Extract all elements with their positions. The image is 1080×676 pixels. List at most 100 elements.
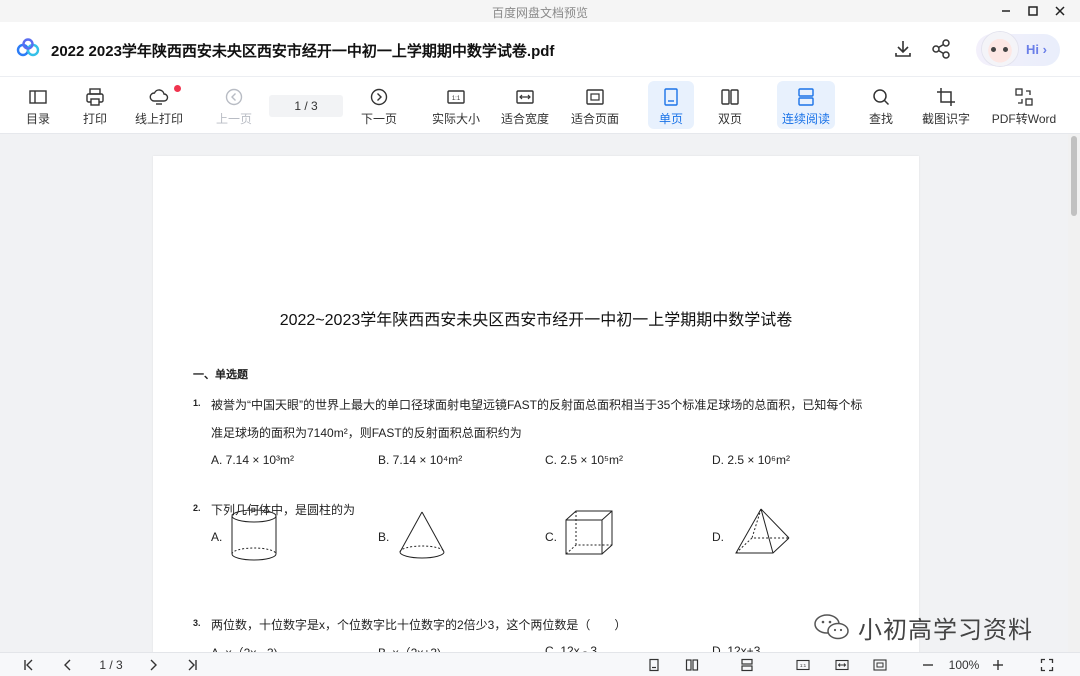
minimize-icon[interactable] [992, 0, 1020, 22]
cloud-print-icon [149, 89, 169, 105]
actual-size-icon: 1:1 [447, 90, 465, 104]
hi-label: Hi › [1026, 42, 1047, 57]
maximize-icon[interactable] [1019, 0, 1047, 22]
question-number: 1. [193, 398, 201, 408]
fit-page-icon [586, 89, 604, 105]
fit-page-button[interactable]: 适合页面 [567, 81, 623, 129]
page-number-input[interactable]: 1 / 3 [269, 95, 343, 117]
download-icon[interactable] [892, 38, 914, 60]
continuous-small-icon[interactable] [738, 656, 756, 673]
option-d: D. [712, 530, 724, 544]
prev-page-label: 上一页 [215, 112, 252, 126]
cylinder-figure [231, 509, 277, 561]
pyramid-figure [735, 508, 790, 554]
continuous-label: 连续阅读 [781, 112, 830, 126]
ai-assistant-button[interactable]: Hi › [976, 32, 1060, 66]
option-a: A. [211, 530, 223, 544]
notification-dot [174, 85, 181, 92]
single-page-small-icon[interactable] [645, 656, 663, 673]
search-button[interactable]: 查找 [858, 81, 904, 129]
cloud-print-label: 线上打印 [134, 112, 183, 126]
file-name: 2022 2023学年陕西西安未央区西安市经开一中初一上学期期中数学试卷.pdf [51, 43, 555, 60]
fit-page-label: 适合页面 [570, 112, 619, 126]
zoom-level: 100% [948, 657, 980, 672]
next-page-icon [370, 88, 388, 106]
window-title: 百度网盘文档预览 [491, 6, 588, 20]
question-text-line: 两位数，十位数字是x，个位数字比十位数字的2倍少3，这个两位数是（ ） [211, 618, 627, 632]
wechat-icon [814, 614, 849, 640]
next-page-label: 下一页 [360, 112, 397, 126]
option-d: D. 2.5 × 10⁶m² [712, 453, 790, 467]
search-icon [873, 89, 890, 106]
print-icon [86, 88, 104, 106]
toc-button[interactable]: 目录 [16, 81, 60, 129]
single-page-icon [664, 88, 678, 106]
pdf-to-word-button[interactable]: PDF转Word [988, 81, 1060, 129]
next-page-small-icon[interactable] [144, 656, 162, 673]
watermark-text: 小初高学习资料 [858, 616, 1033, 644]
zoom-out-icon[interactable] [920, 656, 936, 673]
pdf-page: 2022~2023学年陕西西安未央区西安市经开一中初一上学期期中数学试卷 一、单… [153, 156, 919, 652]
file-header: 2022 2023学年陕西西安未央区西安市经开一中初一上学期期中数学试卷.pdf… [0, 22, 1080, 77]
double-page-button[interactable]: 双页 [707, 81, 753, 129]
question-number: 2. [193, 503, 201, 513]
fit-width-small-icon[interactable] [833, 656, 851, 673]
prev-page-small-icon[interactable] [59, 656, 77, 673]
svg-text:1:1: 1:1 [800, 663, 807, 668]
option-d: D. 12x+3 [712, 644, 761, 652]
fullscreen-icon[interactable] [1038, 656, 1056, 673]
option-c: C. 12x - 3 [545, 644, 598, 652]
screenshot-ocr-label: 截图识字 [921, 112, 970, 126]
print-label: 打印 [82, 112, 107, 126]
watermark: 小初高学习资料 [812, 610, 1033, 644]
close-icon[interactable] [1046, 0, 1074, 22]
baidu-netdisk-logo [16, 38, 40, 57]
share-icon[interactable] [930, 38, 952, 60]
status-page-indicator: 1 / 3 [99, 657, 123, 672]
option-b: B. 7.14 × 10⁴m² [378, 453, 463, 467]
continuous-icon [798, 88, 814, 106]
actual-size-button[interactable]: 1:1 实际大小 [428, 81, 484, 129]
fit-page-small-icon[interactable] [871, 656, 889, 673]
section-heading: 一、单选题 [193, 369, 248, 381]
print-button[interactable]: 打印 [73, 81, 117, 129]
toolbar: 目录 打印 线上打印 上一页 下一页 1:1 实际大小 适合宽度 适合页面 单页… [0, 77, 1080, 134]
document-viewer[interactable]: 2022~2023学年陕西西安未央区西安市经开一中初一上学期期中数学试卷 一、单… [0, 134, 1068, 652]
option-a: A. x（2x - 3) [211, 644, 278, 652]
double-page-icon [721, 89, 739, 105]
screenshot-ocr-button[interactable]: 截图识字 [918, 81, 974, 129]
toc-icon [29, 90, 47, 104]
document-title: 2022~2023学年陕西西安未央区西安市经开一中初一上学期期中数学试卷 [279, 312, 793, 329]
single-page-button[interactable]: 单页 [648, 81, 694, 129]
question-number: 3. [193, 618, 201, 628]
svg-text:1:1: 1:1 [452, 96, 461, 102]
double-page-small-icon[interactable] [683, 656, 701, 673]
pdf-to-word-icon [1015, 88, 1033, 106]
cone-figure [399, 511, 445, 559]
search-label: 查找 [868, 112, 893, 126]
vertical-scrollbar[interactable] [1068, 134, 1080, 652]
option-a: A. 7.14 × 10³m² [211, 453, 295, 467]
continuous-reading-button[interactable]: 连续阅读 [777, 81, 835, 129]
double-page-label: 双页 [717, 112, 742, 126]
next-page-button[interactable]: 下一页 [355, 81, 403, 129]
last-page-icon[interactable] [183, 656, 201, 673]
option-c: C. 2.5 × 10⁵m² [545, 453, 624, 467]
actual-size-label: 实际大小 [431, 112, 480, 126]
prev-page-icon [225, 88, 243, 106]
window-titlebar: 百度网盘文档预览 [0, 0, 1080, 23]
scrollbar-thumb[interactable] [1071, 136, 1077, 216]
fit-width-button[interactable]: 适合宽度 [497, 81, 553, 129]
zoom-in-icon[interactable] [990, 656, 1006, 673]
assistant-avatar-icon [982, 32, 1018, 66]
option-b: B. x（2x+3) [378, 644, 441, 652]
first-page-icon[interactable] [20, 656, 38, 673]
question-text-line: 被誉为“中国天眼”的世界上最大的单口径球面射电望远镜FAST的反射面总面积相当于… [211, 398, 863, 412]
prev-page-button[interactable]: 上一页 [210, 81, 258, 129]
status-bar: 1 / 3 1:1 100% [0, 652, 1080, 676]
toc-label: 目录 [25, 112, 50, 126]
cube-figure [565, 510, 613, 555]
pdf-to-word-label: PDF转Word [991, 112, 1057, 126]
actual-size-small-icon[interactable]: 1:1 [794, 656, 812, 673]
option-c: C. [545, 530, 557, 544]
